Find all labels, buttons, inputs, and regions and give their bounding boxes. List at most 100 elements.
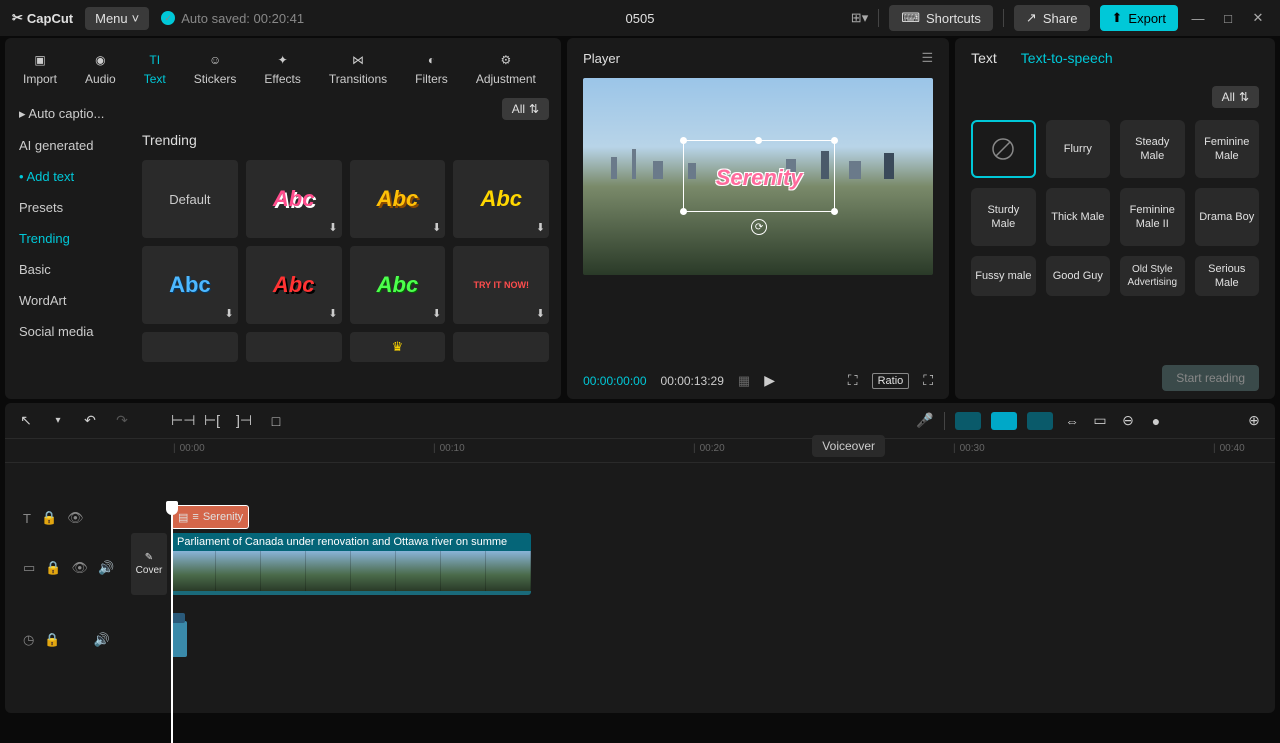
zoom-in-icon[interactable]: ⊕ bbox=[1245, 412, 1263, 429]
audio-clip[interactable] bbox=[171, 621, 187, 657]
voice-good-guy[interactable]: Good Guy bbox=[1046, 256, 1110, 296]
preset-item[interactable] bbox=[142, 332, 238, 362]
adjustment-icon: ⚙ bbox=[496, 50, 516, 70]
sidebar-trending[interactable]: Trending bbox=[5, 223, 130, 254]
menu-button[interactable]: Menu ˅ bbox=[85, 7, 149, 30]
magnet-tool-3[interactable] bbox=[1027, 412, 1053, 430]
playhead[interactable] bbox=[171, 503, 173, 743]
track-eye-icon[interactable]: 👁 bbox=[67, 510, 84, 526]
track-lock-icon[interactable]: 🔒 bbox=[45, 560, 61, 576]
sidebar-add-text[interactable]: • Add text bbox=[5, 161, 130, 192]
video-clip[interactable]: Parliament of Canada under renovation an… bbox=[171, 533, 531, 595]
preset-item[interactable]: Abc⬇ bbox=[453, 160, 549, 238]
preset-item[interactable]: Abc⬇ bbox=[246, 246, 342, 324]
magnet-tool-2[interactable] bbox=[991, 412, 1017, 430]
rp-tab-text[interactable]: Text bbox=[971, 50, 997, 74]
voice-feminine-male[interactable]: Feminine Male bbox=[1195, 120, 1259, 178]
sidebar-basic[interactable]: Basic bbox=[5, 254, 130, 285]
preset-item[interactable]: Abc⬇ bbox=[350, 160, 446, 238]
tab-effects[interactable]: ✦Effects bbox=[250, 46, 314, 90]
preview-icon[interactable]: ▭ bbox=[1091, 412, 1109, 429]
minimize-button[interactable]: — bbox=[1188, 11, 1208, 26]
sidebar-auto-captions[interactable]: ▸ Auto captio... bbox=[5, 98, 130, 130]
levels-icon[interactable]: ▦ bbox=[738, 373, 750, 389]
voice-thick-male[interactable]: Thick Male bbox=[1046, 188, 1110, 246]
preset-item[interactable]: TRY IT NOW!⬇ bbox=[453, 246, 549, 324]
voice-drama-boy[interactable]: Drama Boy bbox=[1195, 188, 1259, 246]
all-filter-button[interactable]: All ⇅ bbox=[502, 98, 549, 120]
mic-icon[interactable]: 🎤 bbox=[916, 412, 934, 429]
preset-item[interactable]: Abc⬇ bbox=[246, 160, 342, 238]
tab-text[interactable]: TIText bbox=[130, 46, 180, 90]
current-time: 00:00:00:00 bbox=[583, 374, 646, 388]
voice-sturdy-male[interactable]: Sturdy Male bbox=[971, 188, 1035, 246]
track-audio-icon[interactable]: ◷ bbox=[23, 632, 34, 648]
voice-all-filter[interactable]: All ⇅ bbox=[1212, 86, 1259, 108]
sidebar-presets[interactable]: Presets bbox=[5, 192, 130, 223]
sidebar-social-media[interactable]: Social media bbox=[5, 316, 130, 347]
tab-stickers[interactable]: ☺Stickers bbox=[180, 46, 251, 90]
zoom-out-icon[interactable]: ⊖ bbox=[1119, 412, 1137, 429]
sidebar-wordart[interactable]: WordArt bbox=[5, 285, 130, 316]
track-lock-icon[interactable]: 🔒 bbox=[44, 632, 60, 648]
voice-none[interactable] bbox=[971, 120, 1035, 178]
start-reading-button[interactable]: Start reading bbox=[1162, 365, 1259, 391]
preset-item[interactable]: ♛ bbox=[350, 332, 446, 362]
track-mute-icon[interactable]: 🔊 bbox=[98, 560, 114, 576]
crop-tool[interactable]: □ bbox=[267, 413, 285, 429]
split-tool[interactable]: ⊢⊣ bbox=[171, 412, 189, 429]
close-button[interactable]: ✕ bbox=[1248, 10, 1268, 26]
preset-item[interactable] bbox=[453, 332, 549, 362]
undo-button[interactable]: ↶ bbox=[81, 412, 99, 429]
magnet-tool-1[interactable] bbox=[955, 412, 981, 430]
track-text-icon[interactable]: T bbox=[23, 511, 31, 526]
preset-default[interactable]: Default bbox=[142, 160, 238, 238]
tab-adjustment[interactable]: ⚙Adjustment bbox=[462, 46, 550, 90]
filter-icon: ⇅ bbox=[529, 102, 539, 116]
voice-feminine-male-2[interactable]: Feminine Male II bbox=[1120, 188, 1184, 246]
crop-icon[interactable]: ⛶ bbox=[848, 372, 858, 389]
text-clip[interactable]: ▤ ≡ Serenity bbox=[171, 505, 249, 529]
cover-button[interactable]: ✎Cover bbox=[131, 533, 167, 595]
redo-button[interactable]: ↷ bbox=[113, 412, 131, 429]
transitions-icon: ⋈ bbox=[348, 50, 368, 70]
track-video-icon[interactable]: ▭ bbox=[23, 560, 35, 576]
preset-item[interactable] bbox=[246, 332, 342, 362]
maximize-button[interactable]: □ bbox=[1218, 11, 1238, 26]
shortcuts-button[interactable]: ⌨ Shortcuts bbox=[889, 5, 993, 31]
sidebar-ai-generated[interactable]: AI generated bbox=[5, 130, 130, 161]
video-preview[interactable]: Serenity ⟳ bbox=[583, 78, 933, 275]
track-eye-icon[interactable]: 👁 bbox=[71, 560, 88, 576]
rotate-handle[interactable]: ⟳ bbox=[751, 219, 767, 235]
voice-serious-male[interactable]: Serious Male bbox=[1195, 256, 1259, 296]
preset-item[interactable]: Abc⬇ bbox=[350, 246, 446, 324]
cursor-tool[interactable]: ↖ bbox=[17, 412, 35, 429]
tab-filters[interactable]: ◐Filters bbox=[401, 46, 462, 90]
player-menu-icon[interactable]: ☰ bbox=[921, 50, 933, 66]
fullscreen-icon[interactable]: ⛶ bbox=[923, 372, 933, 389]
voice-flurry[interactable]: Flurry bbox=[1046, 120, 1110, 178]
tab-transitions[interactable]: ⋈Transitions bbox=[315, 46, 401, 90]
voice-steady-male[interactable]: Steady Male bbox=[1120, 120, 1184, 178]
voice-old-style[interactable]: Old Style Advertising bbox=[1120, 256, 1184, 296]
export-button[interactable]: ⬆ Export bbox=[1100, 5, 1178, 31]
rp-tab-tts[interactable]: Text-to-speech bbox=[1021, 50, 1113, 74]
trim-right-tool[interactable]: ]⊣ bbox=[235, 412, 253, 429]
link-icon[interactable]: ⇔ bbox=[1063, 413, 1081, 429]
share-button[interactable]: ↗ Share bbox=[1014, 5, 1090, 31]
track-mute-icon[interactable]: 🔊 bbox=[94, 632, 110, 648]
preset-item[interactable]: Abc⬇ bbox=[142, 246, 238, 324]
download-icon: ⬇ bbox=[328, 221, 337, 234]
voice-fussy-male[interactable]: Fussy male bbox=[971, 256, 1035, 296]
play-button[interactable]: ▶ bbox=[764, 372, 775, 389]
timeline-ruler[interactable]: 00:00 00:10 00:20 00:30 00:40 bbox=[5, 439, 1275, 463]
text-overlay-box[interactable]: Serenity ⟳ bbox=[683, 140, 835, 212]
track-lock-icon[interactable]: 🔒 bbox=[41, 510, 57, 526]
layout-icon[interactable]: ⊞▾ bbox=[851, 10, 868, 26]
cursor-dropdown[interactable]: ▾ bbox=[49, 415, 67, 426]
trim-left-tool[interactable]: ⊢[ bbox=[203, 412, 221, 429]
tab-import[interactable]: ▣Import bbox=[9, 46, 71, 90]
tab-audio[interactable]: ◉Audio bbox=[71, 46, 130, 90]
ratio-button[interactable]: Ratio bbox=[872, 373, 910, 389]
zoom-slider[interactable]: ● bbox=[1147, 413, 1165, 429]
